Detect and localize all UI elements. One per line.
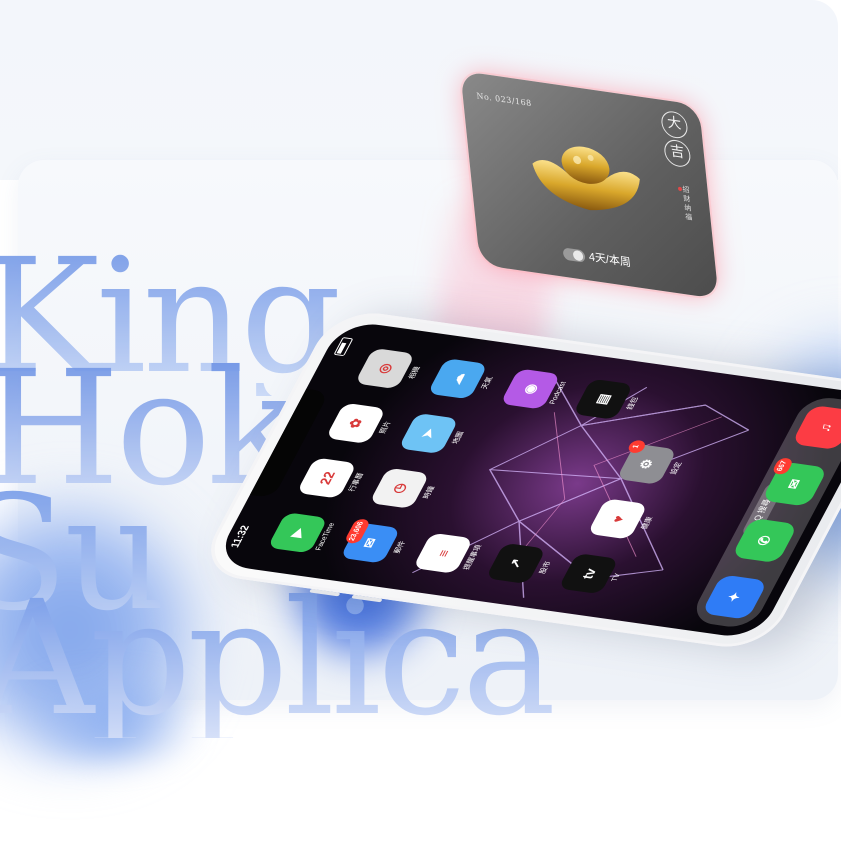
notification-badge: 667 (771, 457, 795, 475)
phone-icon[interactable]: ✆ (731, 517, 799, 564)
music-icon[interactable]: ♫ (791, 404, 841, 451)
stocks-icon: ↗ (485, 542, 547, 585)
app-glyph: ✉ (359, 537, 381, 549)
empty-slot (437, 468, 522, 531)
status-time: 11:32 (229, 524, 253, 549)
app-glyph: ▶ (286, 527, 308, 539)
dock-glyph: ✉ (783, 478, 805, 490)
appletv-icon: tv (558, 553, 620, 595)
background-card-top (0, 0, 838, 180)
app-stocks[interactable]: ↗ 股市 (480, 533, 565, 596)
seal-char-1: 大 (660, 109, 689, 140)
empty-slot (538, 424, 623, 487)
dock-glyph: ✦ (723, 591, 745, 603)
notification-badge: 1 (626, 439, 648, 454)
app-glyph: ✿ (344, 417, 366, 430)
volume-down-button (351, 594, 383, 603)
app-mail[interactable]: ✉ 23,606 郵件 (335, 513, 420, 576)
app-glyph: 22 (315, 470, 339, 486)
app-glyph: ≡ (433, 548, 453, 558)
messages-icon[interactable]: ✉ 667 (761, 457, 829, 507)
app-label: 相機 (408, 366, 423, 380)
blank-slot (471, 423, 532, 464)
mail-icon: ✉ 23,606 (339, 518, 401, 564)
app-glyph: ↗ (504, 557, 526, 570)
app-label: 錢包 (626, 396, 641, 411)
app-glyph: ▤ (591, 392, 614, 406)
app-maps[interactable]: ➤ 地圖 (393, 403, 478, 466)
empty-slot (466, 413, 551, 476)
photos-icon: ✿ (325, 402, 387, 444)
maps-icon: ➤ (398, 412, 460, 455)
weather-icon: ☁ (427, 358, 489, 400)
hero-stage: King Hok Su Applica No. 023/168 大 吉 招 财 … (0, 0, 841, 841)
app-weather[interactable]: ☁ 天氣 (422, 348, 507, 411)
app-glyph: ◉ (519, 382, 541, 396)
card-vertical-text: 招 财 纳 福 (681, 185, 693, 221)
app-label: 股市 (538, 560, 553, 575)
toggle-icon[interactable] (562, 247, 586, 263)
app-facetime[interactable]: ▶ FaceTime (262, 502, 347, 565)
app-label: 時鐘 (422, 485, 437, 500)
empty-slot (509, 478, 594, 541)
blank-slot (442, 478, 503, 519)
app-glyph: ➤ (417, 427, 439, 440)
blank-slot (544, 433, 605, 474)
safari-icon[interactable]: ✦ (701, 574, 769, 620)
app-glyph: ♥ (607, 514, 628, 524)
widget-card[interactable]: No. 023/168 大 吉 招 财 纳 福 4天/本周 (460, 70, 719, 300)
blank-slot (514, 488, 575, 529)
app-glyph: ⚙ (635, 457, 657, 471)
dock-glyph: ✆ (753, 534, 775, 547)
blank-slot (645, 389, 706, 430)
app-label: 天氣 (480, 376, 495, 390)
card-footer: 4天/本周 (477, 232, 717, 283)
widget-card-wrapper: No. 023/168 大 吉 招 财 纳 福 4天/本周 (460, 70, 720, 310)
card-footer-label: 4天/本周 (588, 251, 632, 270)
card-number: No. 023/168 (476, 91, 533, 109)
app-clock[interactable]: ◷ 時鐘 (364, 458, 449, 521)
calendar-icon: 22 (296, 457, 358, 499)
app-label: 照片 (378, 420, 393, 435)
app-camera[interactable]: ◎ 相機 (349, 338, 434, 401)
camera-icon: ◎ (354, 347, 416, 390)
clock-icon: ◷ (369, 467, 430, 509)
wallet-icon: ▤ (572, 378, 634, 420)
health-icon: ♥ (587, 498, 649, 540)
app-wallet[interactable]: ▤ 錢包 (568, 369, 653, 432)
app-glyph: ☁ (446, 371, 469, 386)
volume-up-button (309, 588, 341, 597)
app-glyph: tv (577, 567, 600, 580)
app-glyph: ◎ (373, 362, 396, 375)
seal-stamp: 大 吉 (658, 107, 695, 177)
gold-ingot-icon (532, 146, 640, 211)
app-glyph: ◷ (388, 482, 410, 495)
battery-icon (333, 337, 354, 357)
seal-char-2: 吉 (663, 138, 692, 169)
app-label: 地圖 (451, 431, 466, 445)
app-photos[interactable]: ✿ 照片 (320, 393, 405, 456)
app-calendar[interactable]: 22 行事曆 (291, 448, 376, 511)
phone-mockup-wrapper: 11:32 ▶ FaceTime 22 行事曆 ✿ 照片 ◎ 相機 ✉ 23,606 郵件 ◷ 時鐘 ➤ 地… (195, 307, 841, 780)
app-reminders[interactable]: ≡ 提醒事項 (407, 523, 492, 586)
dock-glyph: ♫ (814, 422, 835, 433)
app-label: TV (610, 573, 623, 583)
settings-icon: ⚙ 1 (616, 439, 678, 485)
phone-screen: 11:32 ▶ FaceTime 22 行事曆 ✿ 照片 ◎ 相機 ✉ 23,606 郵件 ◷ 時鐘 ➤ 地… (213, 319, 841, 641)
app-label: 郵件 (393, 540, 408, 554)
app-podcast[interactable]: ◉ Podcast (495, 359, 580, 422)
